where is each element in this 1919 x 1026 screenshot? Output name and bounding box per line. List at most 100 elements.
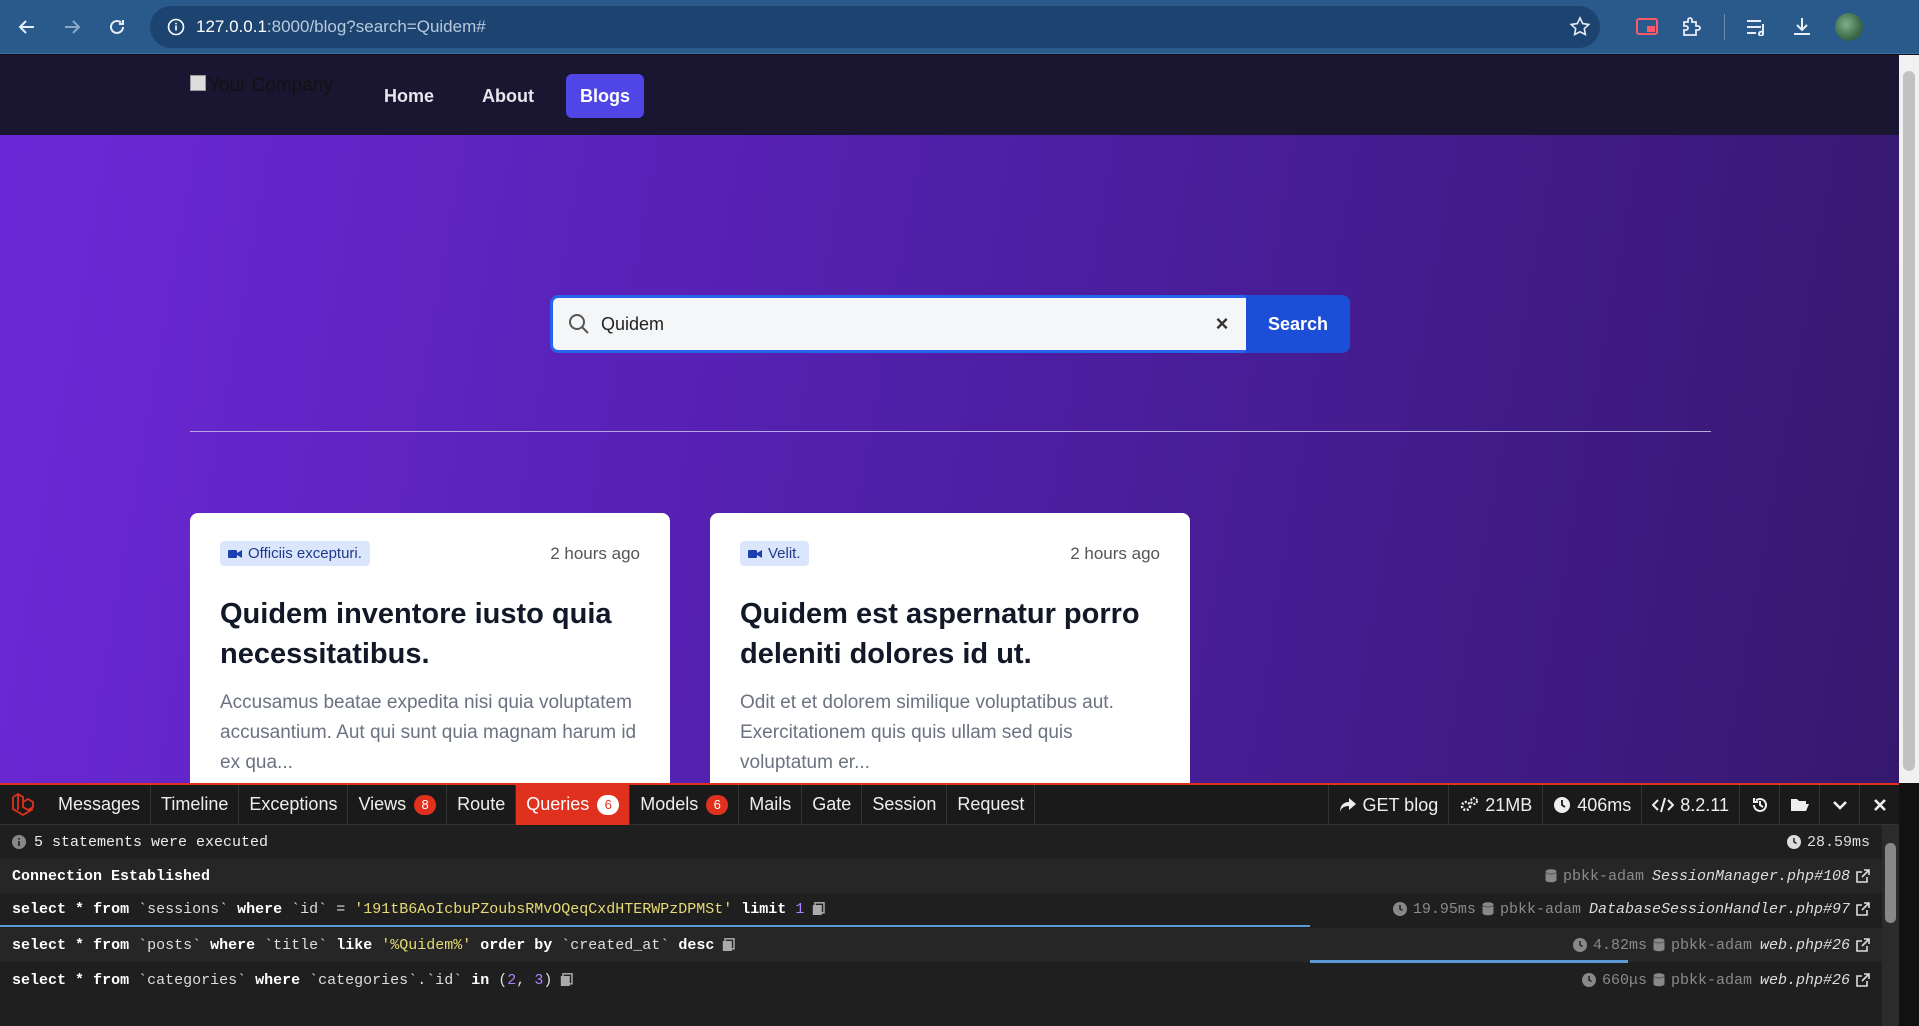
cast-icon[interactable]	[1632, 12, 1662, 42]
memory-indicator[interactable]: 21MB	[1448, 785, 1542, 825]
sql-number: 2	[507, 971, 517, 989]
sql-keyword: select	[12, 971, 67, 989]
video-camera-icon	[228, 549, 242, 558]
copy-icon[interactable]	[812, 902, 826, 916]
external-link-icon[interactable]	[1856, 869, 1870, 883]
media-queue-icon[interactable]	[1742, 12, 1772, 42]
clear-search-icon[interactable]: ×	[1210, 311, 1234, 336]
debugbar-scrollbar-thumb[interactable]	[1885, 843, 1896, 923]
database-icon	[1653, 938, 1665, 952]
copy-icon[interactable]	[560, 973, 574, 987]
nav-about-link[interactable]: About	[468, 74, 548, 118]
tab-gate[interactable]: Gate	[802, 784, 863, 825]
query-row[interactable]: select * from `posts` where `title` like…	[0, 928, 1882, 962]
request-indicator[interactable]: GET blog	[1327, 785, 1449, 825]
download-icon[interactable]	[1787, 12, 1817, 42]
debugbar-tabs: Messages Timeline Exceptions Views 8 Rout…	[0, 784, 1900, 825]
search-form: × Search	[550, 295, 1350, 353]
section-divider	[190, 431, 1711, 432]
bookmark-star-icon[interactable]	[1568, 15, 1592, 44]
profile-avatar[interactable]	[1835, 13, 1863, 41]
share-arrow-icon	[1339, 798, 1356, 812]
connection-row[interactable]: Connection Established pbkk-adam Session…	[0, 859, 1882, 893]
sql-identifier: `sessions`	[138, 900, 229, 918]
category-badge[interactable]: Officiis excepturi.	[220, 541, 370, 566]
external-link-icon[interactable]	[1856, 938, 1870, 952]
tab-queries[interactable]: Queries 6	[516, 784, 631, 825]
page-scrollbar[interactable]	[1899, 55, 1919, 783]
tab-route[interactable]: Route	[447, 784, 517, 825]
forward-button[interactable]	[55, 10, 89, 44]
tab-label: Exceptions	[249, 794, 338, 814]
category-badge[interactable]: Velit.	[740, 541, 809, 566]
sql-keyword: *	[75, 936, 85, 954]
close-icon[interactable]	[1859, 785, 1899, 825]
copy-icon[interactable]	[722, 938, 736, 952]
php-version-label: 8.2.11	[1680, 794, 1729, 815]
post-title[interactable]: Quidem inventore iusto quia necessitatib…	[220, 594, 640, 674]
sql-keyword: where	[255, 971, 301, 989]
post-time: 2 hours ago	[550, 543, 640, 563]
tab-request[interactable]: Request	[947, 784, 1036, 825]
tab-session[interactable]: Session	[862, 784, 948, 825]
nav-blogs-link[interactable]: Blogs	[566, 74, 645, 118]
laravel-logo-icon[interactable]	[0, 785, 48, 825]
post-title[interactable]: Quidem est aspernatur porro deleniti dol…	[740, 594, 1160, 674]
sql-keyword: *	[75, 971, 85, 989]
search-input[interactable]	[601, 313, 1210, 335]
tab-models[interactable]: Models 6	[630, 784, 740, 825]
info-icon	[12, 835, 26, 849]
post-card[interactable]: Velit. 2 hours ago Quidem est aspernatur…	[710, 513, 1190, 783]
sql-string: '%Quidem%'	[381, 936, 472, 954]
reload-button[interactable]	[100, 10, 134, 44]
tab-views[interactable]: Views 8	[348, 784, 448, 825]
company-logo[interactable]: Your Company	[190, 75, 333, 97]
post-card[interactable]: Officiis excepturi. 2 hours ago Quidem i…	[190, 513, 670, 783]
sql-comma: ,	[516, 971, 526, 989]
search-button[interactable]: Search	[1246, 295, 1350, 353]
query-row[interactable]: select * from `sessions` where `id` = '1…	[0, 893, 1882, 927]
database-icon	[1653, 973, 1665, 987]
sql-keyword: select	[12, 900, 67, 918]
chevron-down-icon[interactable]	[1819, 785, 1859, 825]
sql-identifier: `posts`	[138, 936, 202, 954]
query-time: 4.82ms	[1592, 936, 1647, 954]
php-version-indicator[interactable]: 8.2.11	[1641, 785, 1739, 825]
memory-label: 21MB	[1485, 794, 1533, 815]
duration-indicator[interactable]: 406ms	[1542, 785, 1641, 825]
code-icon	[1652, 797, 1675, 813]
count-badge: 6	[597, 794, 620, 815]
back-button[interactable]	[10, 10, 44, 44]
nav-home-link[interactable]: Home	[370, 74, 448, 118]
count-badge: 6	[706, 794, 729, 815]
debugbar: Messages Timeline Exceptions Views 8 Rout…	[0, 783, 1899, 1026]
external-link-icon[interactable]	[1856, 973, 1870, 987]
extensions-icon[interactable]	[1676, 12, 1706, 42]
tab-label: Mails	[749, 794, 792, 814]
tab-mails[interactable]: Mails	[739, 784, 803, 825]
sql-keyword: order by	[480, 936, 553, 954]
query-row[interactable]: select * from `categories` where `catego…	[0, 963, 1882, 997]
history-icon[interactable]	[1739, 785, 1779, 825]
debugbar-scrollbar[interactable]	[1882, 825, 1899, 1026]
site-info-icon[interactable]	[156, 6, 196, 48]
tab-label: Views	[358, 794, 407, 814]
db-name: pbkk-adam	[1562, 867, 1644, 885]
external-link-icon[interactable]	[1856, 902, 1870, 916]
tab-exceptions[interactable]: Exceptions	[239, 784, 349, 825]
folder-open-icon[interactable]	[1779, 785, 1819, 825]
tab-messages[interactable]: Messages	[48, 784, 152, 825]
debugbar-stats: GET blog 21MB 406ms 8.2.11	[1327, 785, 1900, 825]
post-excerpt: Odit et et dolorem similique voluptatibu…	[740, 692, 1114, 773]
tab-label: Request	[957, 794, 1025, 814]
total-time: 28.59ms	[1806, 833, 1870, 851]
broken-image-icon	[190, 75, 206, 91]
clock-icon	[1554, 797, 1571, 813]
toolbar-divider	[1724, 14, 1725, 40]
db-name: pbkk-adam	[1670, 971, 1752, 989]
sql-keyword: select	[12, 936, 67, 954]
page-scrollbar-thumb[interactable]	[1903, 71, 1915, 771]
address-bar[interactable]: 127.0.0.1:8000/blog?search=Quidem#	[150, 6, 1600, 48]
source-file: web.php#26	[1759, 971, 1850, 989]
tab-timeline[interactable]: Timeline	[151, 784, 240, 825]
